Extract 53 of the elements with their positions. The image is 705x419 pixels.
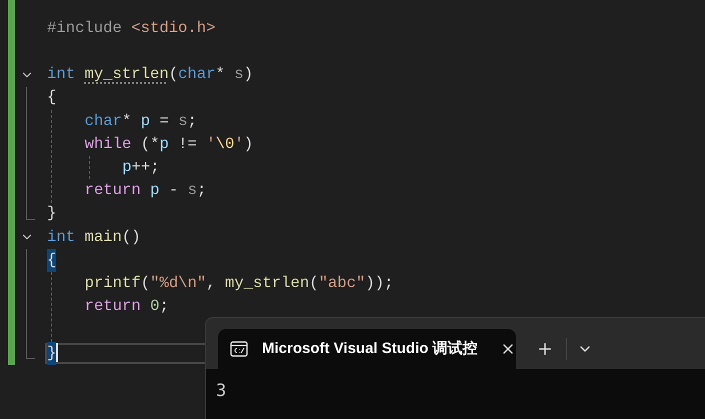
code-token: } [47, 203, 56, 224]
code-token: main [84, 226, 122, 248]
code-token: while [84, 134, 132, 155]
code-token: "abc" [318, 272, 366, 294]
code-token: \0 [216, 134, 234, 155]
code-token: "%d\n" [150, 272, 206, 294]
code-token: int [47, 64, 76, 86]
code-token: return [84, 180, 141, 202]
terminal-tab[interactable]: Microsoft Visual Studio 调试控 [218, 329, 516, 369]
code-token: char [178, 64, 216, 86]
code-token: s [178, 110, 188, 132]
code-token: * [122, 110, 132, 132]
code-token: p [150, 180, 160, 202]
code-token: my_strlen [224, 272, 310, 294]
code-token: ; [160, 296, 169, 318]
terminal-output: 3 [216, 381, 226, 401]
code-token: ) [244, 64, 253, 86]
new-tab-icon[interactable] [536, 340, 554, 358]
code-token: p [122, 157, 132, 178]
code-token: p [140, 110, 150, 132]
code-token: ( [309, 272, 319, 294]
code-token: p [159, 134, 169, 155]
code-token: return [84, 296, 141, 318]
code-token: ++; [132, 157, 160, 178]
code-token: <stdio.h> [131, 18, 216, 39]
code-token: { [47, 87, 56, 108]
terminal-icon [230, 340, 248, 358]
code-token: { [47, 248, 56, 272]
code-token: ' [206, 134, 216, 155]
code-token: = [158, 110, 170, 132]
code-token: s [188, 180, 197, 202]
code-token: (* [140, 134, 160, 155]
tab-title: Microsoft Visual Studio 调试控 [262, 338, 478, 359]
code-token: , [206, 272, 217, 294]
code-token: ( [168, 64, 178, 86]
code-token: int [47, 226, 76, 248]
code-token: 0 [150, 296, 160, 318]
code-token: * [216, 64, 226, 86]
code-token: ; [196, 180, 206, 202]
code-token: my_strlen [84, 64, 169, 86]
code-token: ' [234, 134, 244, 155]
code-token: printf [84, 272, 141, 294]
code-token: != [177, 134, 198, 155]
code-token: ( [140, 272, 150, 294]
code-token: } [47, 342, 56, 365]
code-token: #include [47, 18, 122, 39]
code-token: )); [365, 272, 394, 294]
code-token: - [168, 180, 180, 202]
code-token: ; [188, 110, 197, 132]
code-token: ) [244, 134, 254, 155]
code-token: () [122, 226, 141, 248]
code-token: char [84, 110, 122, 132]
code-token: s [234, 64, 244, 86]
